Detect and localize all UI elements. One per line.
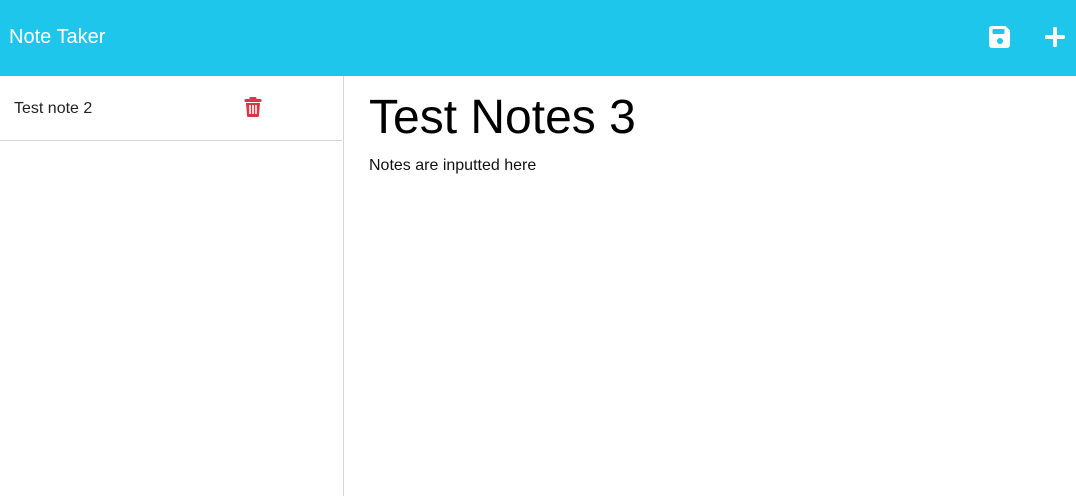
trash-can-icon bbox=[244, 97, 262, 117]
new-note-button[interactable] bbox=[1042, 24, 1068, 50]
list-item[interactable]: Test note 2 bbox=[0, 76, 342, 141]
note-text-area[interactable]: Notes are inputted here bbox=[369, 156, 1049, 176]
app-brand[interactable]: Note Taker bbox=[9, 25, 105, 49]
list-item-title: Test note 2 bbox=[14, 100, 93, 117]
notes-sidebar: Test note 2 bbox=[0, 76, 344, 496]
floppy-disk-icon bbox=[988, 26, 1010, 48]
top-navbar: Note Taker bbox=[0, 0, 1076, 76]
note-editor: Test Notes 3 Notes are inputted here bbox=[344, 76, 1076, 496]
plus-icon bbox=[1045, 27, 1065, 47]
delete-note-button[interactable] bbox=[244, 97, 262, 117]
save-note-button[interactable] bbox=[987, 24, 1013, 50]
note-title-input[interactable]: Test Notes 3 bbox=[369, 90, 1049, 146]
